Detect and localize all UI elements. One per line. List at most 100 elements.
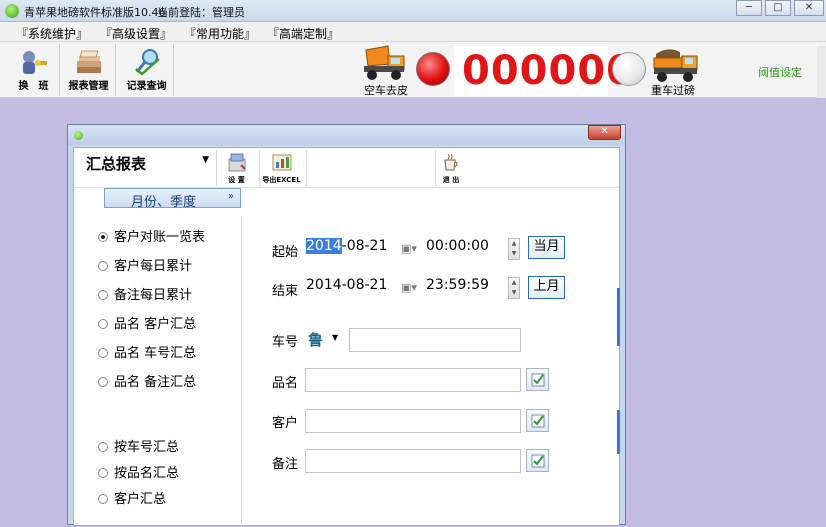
end-date: 2014-08-21 bbox=[306, 277, 388, 293]
report-options-panel: 客户对账一览表 客户每日累计 备注每日累计 品名 客户汇总 品名 车号汇总 品名… bbox=[82, 216, 242, 527]
radio-remark-daily[interactable]: 备注每日累计 bbox=[98, 284, 192, 303]
start-label: 起始 bbox=[272, 245, 299, 260]
radio-label: 备注每日累计 bbox=[114, 288, 193, 303]
radio-product-plate[interactable]: 品名 车号汇总 bbox=[98, 342, 196, 361]
start-date-rest: -08-21 bbox=[341, 238, 388, 254]
loaded-truck-icon bbox=[653, 49, 698, 82]
radio-customer-statement[interactable]: 客户对账一览表 bbox=[98, 226, 205, 245]
empty-truck-icon bbox=[364, 45, 405, 80]
title-bar: 青苹果地磅软件标准版10.46 当前登陆：管理员 ─ □ ✕ bbox=[0, 0, 826, 22]
radio-product-customer[interactable]: 品名 客户汇总 bbox=[98, 313, 196, 332]
radio-by-product[interactable]: 按品名汇总 bbox=[98, 462, 179, 481]
radio-unchecked-icon bbox=[98, 494, 108, 504]
start-time-field[interactable]: 00:00:00 bbox=[426, 238, 508, 260]
remark-select-button[interactable] bbox=[526, 449, 549, 472]
dialog-close-button[interactable]: ✕ bbox=[588, 125, 621, 140]
radio-label: 客户对账一览表 bbox=[114, 230, 206, 245]
radio-checked-icon bbox=[98, 232, 108, 242]
report-management-button[interactable]: 报表管理 bbox=[62, 44, 116, 96]
plate-input[interactable] bbox=[349, 328, 521, 352]
login-status: 当前登陆：管理员 bbox=[157, 6, 245, 19]
shift-change-label: 换 班 bbox=[18, 81, 49, 92]
radio-product-remark[interactable]: 品名 备注汇总 bbox=[98, 371, 196, 390]
plate-label: 车号 bbox=[272, 335, 299, 350]
radio-unchecked-icon bbox=[98, 319, 108, 329]
settings-label: 设 置 bbox=[228, 176, 245, 184]
radio-unchecked-icon bbox=[98, 261, 108, 271]
radio-unchecked-icon bbox=[98, 290, 108, 300]
this-month-button[interactable]: 当月 bbox=[528, 236, 565, 259]
plate-prefix-select[interactable]: 鲁 ▼ bbox=[306, 328, 344, 350]
radio-by-plate[interactable]: 按车号汇总 bbox=[98, 436, 179, 455]
radio-label: 品名 车号汇总 bbox=[114, 346, 197, 361]
weight-display: 000000 bbox=[454, 46, 634, 96]
dialog-title-bar[interactable]: ✕ bbox=[68, 125, 625, 145]
menu-bar: 『系统维护』 『高级设置』 『常用功能』 『高端定制』 bbox=[0, 22, 826, 42]
end-time: 23:59:59 bbox=[426, 277, 489, 293]
period-mode-dropdown[interactable]: 月份、季度 » bbox=[104, 188, 241, 210]
radio-customer-summary[interactable]: 客户汇总 bbox=[98, 488, 166, 507]
maximize-button[interactable]: □ bbox=[765, 0, 791, 16]
last-month-button[interactable]: 上月 bbox=[528, 276, 565, 299]
menu-advanced-settings[interactable]: 『高级设置』 bbox=[100, 25, 172, 42]
start-year: 2014 bbox=[306, 238, 342, 254]
remark-label: 备注 bbox=[272, 457, 299, 472]
end-time-field[interactable]: 23:59:59 bbox=[426, 277, 508, 299]
scroll-indicator[interactable] bbox=[617, 288, 620, 346]
radio-label: 按品名汇总 bbox=[114, 466, 180, 481]
menu-custom[interactable]: 『高端定制』 bbox=[267, 25, 339, 42]
radio-label: 按车号汇总 bbox=[114, 440, 180, 455]
plate-prefix-value: 鲁 bbox=[308, 331, 324, 349]
export-excel-label: 导出EXCEL bbox=[262, 176, 301, 184]
dialog-icon bbox=[74, 131, 83, 140]
customer-select-button[interactable] bbox=[526, 409, 549, 432]
start-time: 00:00:00 bbox=[426, 238, 489, 254]
shift-change-button[interactable]: 换 班 bbox=[8, 44, 60, 96]
status-light-red bbox=[416, 52, 450, 86]
settings-button[interactable]: 设 置 bbox=[216, 150, 256, 186]
calendar-dropdown-icon[interactable]: ▣▾ bbox=[401, 242, 417, 255]
close-button[interactable]: ✕ bbox=[794, 0, 824, 16]
weight-value: 000000 bbox=[462, 48, 635, 94]
excel-chart-icon bbox=[272, 154, 291, 171]
radio-unchecked-icon bbox=[98, 468, 108, 478]
record-query-label: 记录查询 bbox=[126, 81, 167, 92]
checkmark-icon bbox=[531, 414, 545, 428]
period-mode-value: 月份、季度 bbox=[130, 195, 196, 210]
product-select-button[interactable] bbox=[526, 368, 549, 391]
customer-input[interactable] bbox=[305, 409, 521, 433]
toolbar-scrollbar[interactable] bbox=[817, 46, 826, 98]
record-query-button[interactable]: 记录查询 bbox=[120, 44, 174, 96]
main-toolbar: 换 班 报表管理 记录查询 bbox=[0, 42, 826, 98]
menu-common-functions[interactable]: 『常用功能』 bbox=[184, 25, 256, 42]
calendar-dropdown-icon[interactable]: ▣▾ bbox=[401, 281, 417, 294]
report-type-value: 汇总报表 bbox=[86, 155, 147, 173]
exit-cup-icon bbox=[444, 153, 458, 171]
window-title: 青苹果地磅软件标准版10.46 bbox=[24, 6, 166, 19]
key-person-icon bbox=[22, 51, 47, 74]
radio-label: 品名 客户汇总 bbox=[114, 317, 197, 332]
end-time-spinner[interactable]: ▲ ▼ bbox=[508, 277, 520, 299]
dialog-body: 汇总报表 ▼ 设 置 导出EXCEL 退 出 月份、季度 » 客户对账一览表 客… bbox=[73, 147, 620, 527]
export-excel-button[interactable]: 导出EXCEL bbox=[259, 150, 303, 186]
chevron-down-icon: ▼ bbox=[202, 155, 209, 165]
report-management-label: 报表管理 bbox=[68, 81, 109, 92]
double-chevron-down-icon: » bbox=[227, 191, 234, 202]
radio-label: 客户每日累计 bbox=[114, 259, 193, 274]
remark-input[interactable] bbox=[305, 449, 521, 473]
radio-customer-daily[interactable]: 客户每日累计 bbox=[98, 255, 192, 274]
customer-label: 客户 bbox=[272, 416, 299, 431]
report-dialog: ✕ 汇总报表 ▼ 设 置 导出EXCEL 退 出 月份、季度 » 客户对账一览表… bbox=[67, 124, 626, 527]
exit-button[interactable]: 退 出 bbox=[429, 150, 473, 186]
scroll-indicator[interactable] bbox=[617, 410, 620, 454]
end-label: 结束 bbox=[272, 284, 299, 299]
report-type-select[interactable]: 汇总报表 ▼ bbox=[78, 152, 213, 174]
threshold-setting-link[interactable]: 阈值设定 bbox=[758, 64, 802, 80]
exit-label: 退 出 bbox=[442, 176, 460, 184]
minimize-button[interactable]: ─ bbox=[736, 0, 762, 16]
app-icon bbox=[5, 4, 19, 18]
menu-system-maintenance[interactable]: 『系统维护』 bbox=[16, 25, 88, 42]
product-input[interactable] bbox=[305, 368, 521, 392]
start-time-spinner[interactable]: ▲ ▼ bbox=[508, 238, 520, 260]
chevron-down-icon: ▼ bbox=[332, 333, 339, 342]
